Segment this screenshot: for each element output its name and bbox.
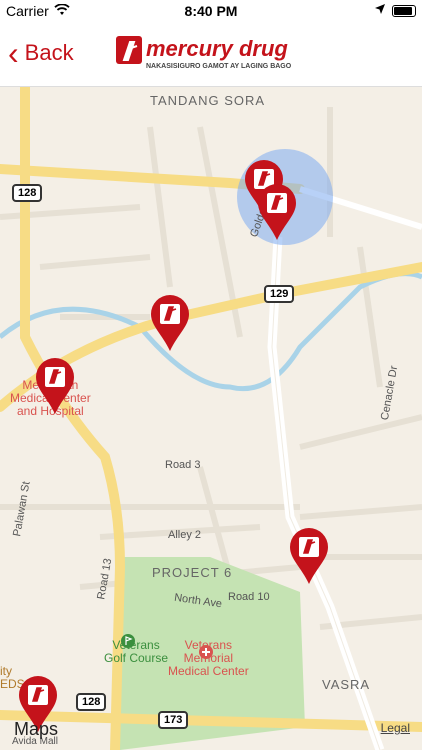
area-project-6: PROJECT 6 (152, 565, 233, 580)
area-vasra: VASRA (322, 677, 371, 692)
back-button[interactable]: ‹ Back (8, 35, 74, 71)
store-pin-icon[interactable] (150, 294, 190, 352)
navigation-bar: ‹ Back mercury drug NAKASISIGURO GAMOT A… (0, 22, 422, 87)
chevron-left-icon: ‹ (8, 35, 19, 71)
road-label-alley2: Alley 2 (168, 529, 202, 541)
svg-text:NAKASISIGURO GAMOT AY LAGING B: NAKASISIGURO GAMOT AY LAGING BAGO (146, 63, 292, 70)
status-bar: Carrier 8:40 PM (0, 0, 422, 22)
store-pin-icon[interactable] (289, 527, 329, 585)
poi-veterans-golf-course[interactable]: Veterans Golf Course (104, 639, 168, 665)
status-time: 8:40 PM (184, 3, 238, 19)
location-arrow-icon (374, 2, 386, 18)
hospital-icon (199, 645, 213, 659)
store-pin-icon[interactable] (257, 183, 297, 241)
route-shield-173: 173 (158, 711, 189, 729)
route-shield-128: 128 (12, 184, 43, 202)
apple-maps-brand: Maps (14, 719, 58, 740)
map-view[interactable]: TANDANG SORA PROJECT 6 VASRA Road 3 Alle… (0, 87, 422, 750)
route-shield-129: 129 (264, 285, 295, 303)
route-shield-128-south: 128 (76, 693, 107, 711)
legal-link[interactable]: Legal (381, 721, 410, 735)
maps-label: Maps (14, 719, 59, 739)
road-label-road3: Road 3 (165, 459, 201, 471)
mercury-drug-logo: mercury drug NAKASISIGURO GAMOT AY LAGIN… (116, 36, 292, 70)
golf-course-icon (121, 634, 135, 648)
store-pin-icon[interactable] (35, 357, 75, 415)
back-label: Back (24, 40, 74, 65)
battery-icon (392, 5, 416, 17)
svg-text:mercury drug: mercury drug (146, 36, 288, 61)
area-tandang-sora: TANDANG SORA (150, 93, 266, 108)
road-label-road10: Road 10 (228, 591, 270, 603)
